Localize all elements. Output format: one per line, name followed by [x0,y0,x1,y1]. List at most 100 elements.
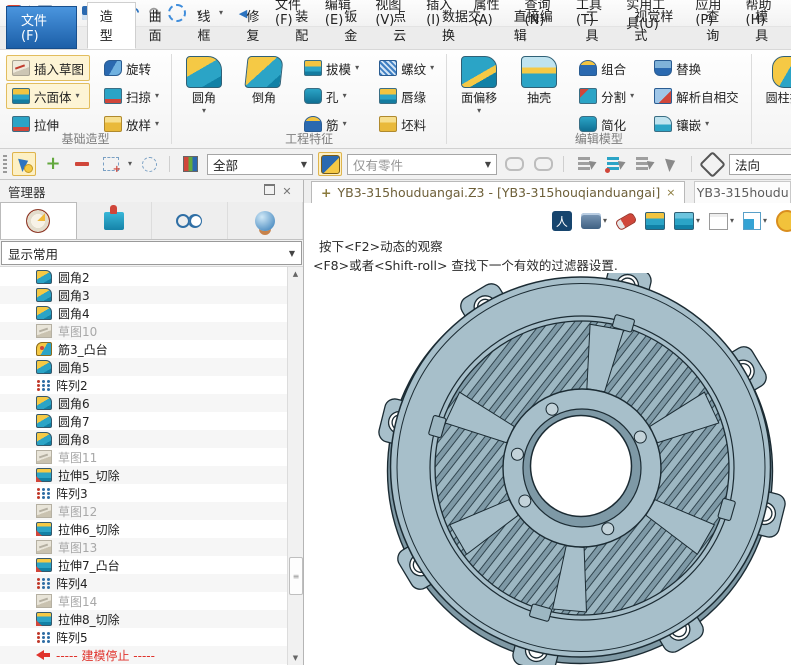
walkthrough-button[interactable]: 人 [552,211,572,231]
chevron-down-icon[interactable]: ▾ [603,217,607,225]
tree-item[interactable]: 圆角5 [0,358,288,376]
tree-item[interactable]: 筋3_凸台 [0,340,288,358]
tree-item[interactable]: 圆角4 [0,304,288,322]
pick-list-button[interactable] [572,152,596,176]
wireframe-mode-button[interactable]: ▾ [709,213,734,230]
ribbon-tab[interactable]: 视觉样式 [621,2,693,49]
view-plane-button[interactable]: ▾ [743,212,767,230]
tree-item[interactable]: 圆角2 [0,268,288,286]
tab-visual-manager[interactable] [228,202,304,239]
loft-dropdown-arrow[interactable]: ▾ [155,120,159,128]
divide-button[interactable]: 分割▾ [573,83,640,109]
ribbon-tab[interactable]: 修复 [233,2,282,49]
tab-visibility-manager[interactable] [152,202,228,239]
scroll-down-arrow[interactable]: ▼ [288,651,303,665]
document-tab-active[interactable]: + YB3-315houduangai.Z3 - [YB3-315houqian… [311,181,685,203]
tree-item[interactable]: 拉伸6_切除 [0,520,288,538]
document-tab-second[interactable]: YB3-315houdu [694,181,791,203]
sweep-button[interactable]: 扫掠▾ [98,83,165,109]
tree-item[interactable]: 拉伸5_切除 [0,466,288,484]
replace-button[interactable]: 替换 [648,55,745,81]
tree-filter-combobox[interactable]: 显示常用▼ [1,241,302,265]
scene-settings-button[interactable]: ▾ [581,213,607,229]
insert-sketch-button[interactable]: 插入草图 [6,55,90,81]
rib-dropdown-arrow[interactable]: ▾ [343,120,347,128]
ribbon-tab[interactable]: 查询 [693,2,742,49]
window-select-dropdown-arrow[interactable]: ▾ [128,160,132,168]
tree-scrollbar[interactable]: ▲ ≡ ▼ [287,267,303,665]
face-offset-dropdown-arrow[interactable]: ▾ [477,107,481,115]
close-icon[interactable]: × [666,186,675,199]
lasso-select-button[interactable] [137,152,161,176]
revolve-button[interactable]: 旋转 [98,55,165,81]
draft-button[interactable]: 拔模▾ [298,55,365,81]
thread-button[interactable]: 螺纹▾ [373,55,440,81]
chevron-down-icon[interactable]: ▾ [763,217,767,225]
tree-item[interactable]: 草图12 [0,502,288,520]
panel-restore-button[interactable] [261,184,277,198]
tree-item[interactable]: 圆角7 [0,412,288,430]
tree-item[interactable]: 草图11 [0,448,288,466]
tree-item[interactable]: 阵列3 [0,484,288,502]
toolbar-grip[interactable] [3,155,7,173]
tree-item[interactable]: 阵列4 [0,574,288,592]
face-offset-button[interactable]: 面偏移▾ [453,55,505,116]
orientation-combobox[interactable]: 法向▼ [729,154,791,175]
combine-button[interactable]: 组合 [573,55,640,81]
hole-button[interactable]: 孔▾ [298,83,365,109]
tree-item[interactable]: 圆角6 [0,394,288,412]
pick-hint-toggle[interactable] [12,152,36,176]
resolve-self-intersection-button[interactable]: 解析自相交 [648,83,745,109]
tree-item[interactable]: ----- 建模停止 ----- [0,646,288,664]
tree-item[interactable]: 圆角8 [0,430,288,448]
tree-item[interactable]: 阵列2 [0,376,288,394]
chamfer-button[interactable]: 倒角 [238,55,290,107]
cylindrical-bend-button[interactable]: 圆柱折弯 [758,55,791,107]
tree-item[interactable]: 拉伸7_凸台 [0,556,288,574]
pick-cursor-button[interactable] [659,152,683,176]
ribbon-tab[interactable]: 直接编辑 [501,2,573,49]
ribbon-tab[interactable]: 工具 [573,2,622,49]
scroll-up-arrow[interactable]: ▲ [288,267,303,281]
fillet-dropdown-arrow[interactable]: ▾ [202,107,206,115]
tab-assembly-manager[interactable] [77,202,153,239]
tree-item[interactable]: 圆角3 [0,286,288,304]
shade-analysis-button[interactable] [645,212,665,230]
ribbon-tab[interactable]: 曲面 [136,2,185,49]
ribbon-tab[interactable]: 装配 [282,2,331,49]
ribbon-tab[interactable]: 数据交换 [429,2,501,49]
window-select-button[interactable] [99,152,123,176]
relation-group-button-disabled[interactable] [531,152,555,176]
shell-button[interactable]: 抽壳 [513,55,565,107]
shaded-mode-button[interactable]: ▾ [674,212,700,230]
tree-item[interactable]: 草图10 [0,322,288,340]
ribbon-tab[interactable]: 造型 [87,2,136,49]
box-button[interactable]: 六面体▾ [6,83,90,109]
ribbon-tab[interactable]: 点云 [380,2,429,49]
ribbon-tab[interactable]: 钣金 [331,2,380,49]
remove-selection-button[interactable] [70,152,94,176]
pick-from-part-toggle[interactable] [318,152,342,176]
tab-history-manager[interactable] [0,202,77,239]
plus-icon[interactable]: + [321,185,331,200]
panel-close-button[interactable]: ✕ [279,185,295,198]
ribbon-tab[interactable]: 线框 [185,2,234,49]
blank-display-button[interactable] [616,216,636,227]
ribbon-tab-file[interactable]: 文件(F) [6,6,77,49]
hole-dropdown-arrow[interactable]: ▾ [343,92,347,100]
box-dropdown-arrow[interactable]: ▾ [76,92,80,100]
thread-dropdown-arrow[interactable]: ▾ [430,64,434,72]
chevron-down-icon[interactable]: ▾ [696,217,700,225]
3d-model-motor-end-cover[interactable] [366,273,790,665]
ribbon-tab[interactable]: 模具 [742,2,791,49]
draft-dropdown-arrow[interactable]: ▾ [355,64,359,72]
tree-item[interactable]: 阵列5 [0,628,288,646]
orientation-button[interactable] [700,152,724,176]
sweep-dropdown-arrow[interactable]: ▾ [155,92,159,100]
spin-view-button[interactable] [776,210,789,232]
tree-item[interactable]: 草图14 [0,592,288,610]
filter-color-button[interactable] [178,152,202,176]
divide-dropdown-arrow[interactable]: ▾ [630,92,634,100]
add-selection-button[interactable]: + [41,152,65,176]
tree-item[interactable]: 草图13 [0,538,288,556]
